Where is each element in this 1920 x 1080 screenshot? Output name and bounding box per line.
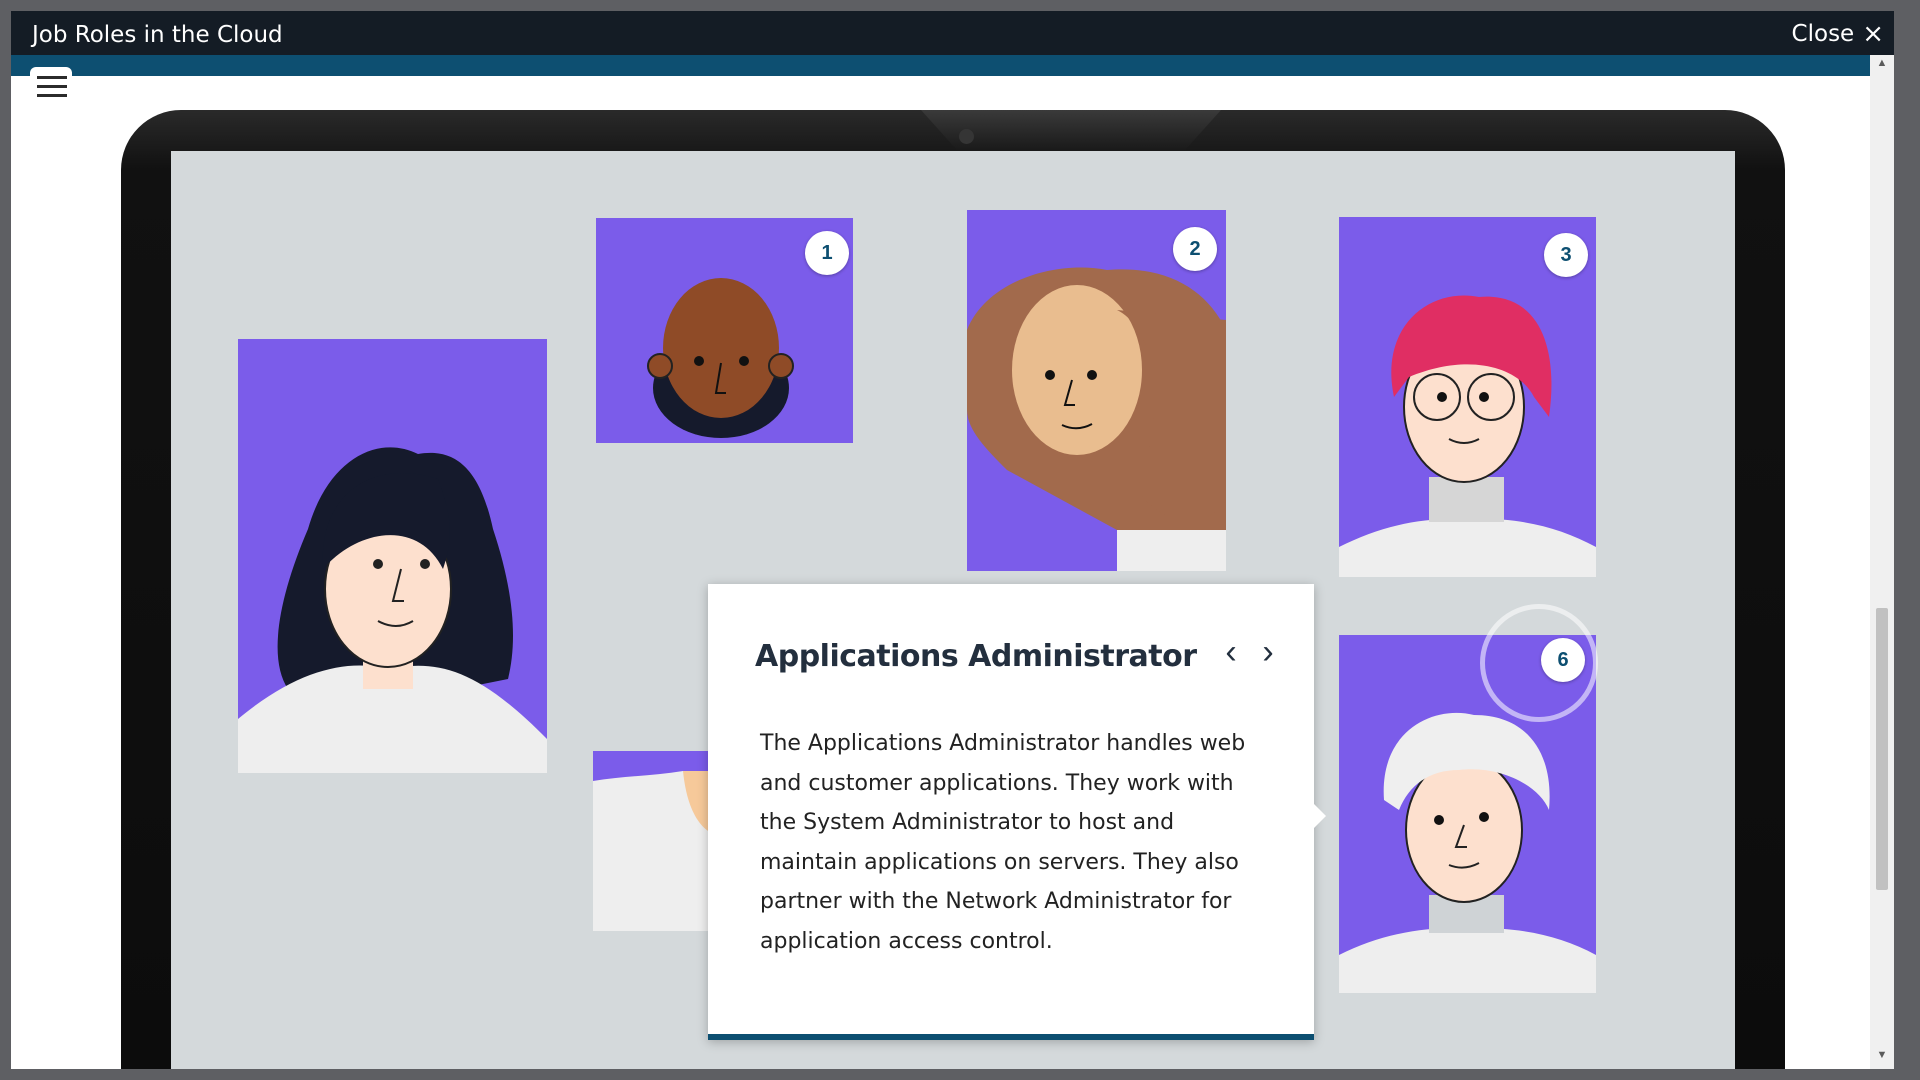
close-icon: × — [1862, 19, 1884, 49]
role-badge-3[interactable]: 3 — [1544, 233, 1588, 277]
chevron-left-icon: ‹ — [1225, 633, 1237, 671]
popup-description: The Applications Administrator handles w… — [760, 731, 1246, 954]
camera-icon — [959, 129, 974, 144]
role-detail-popup: Applications Administrator ‹ › The Appli… — [708, 584, 1326, 1040]
role-badge-2[interactable]: 2 — [1173, 227, 1217, 271]
window-title: Job Roles in the Cloud — [32, 22, 283, 48]
hamburger-menu-button[interactable] — [30, 67, 72, 105]
next-role-button[interactable]: › — [1253, 632, 1283, 672]
role-badge-1[interactable]: 1 — [805, 231, 849, 275]
dark-haired-woman-illustration — [238, 447, 547, 773]
role-card-main — [238, 339, 547, 773]
accent-bar — [11, 55, 1894, 76]
hamburger-icon — [37, 76, 67, 79]
scroll-up-arrow-icon[interactable]: ▲ — [1870, 57, 1894, 75]
role-badge-6[interactable]: 6 — [1541, 638, 1585, 682]
close-button[interactable]: Close × — [1792, 21, 1884, 47]
scrollbar-thumb[interactable] — [1876, 608, 1888, 890]
popup-pointer — [1314, 804, 1326, 828]
close-label: Close — [1791, 21, 1855, 47]
vertical-scrollbar[interactable]: ▲ ▼ — [1870, 55, 1894, 1069]
popup-title: Applications Administrator — [755, 639, 1197, 674]
course-window: Job Roles in the Cloud Close × 1 2 3 6 A… — [11, 11, 1894, 1069]
title-bar: Job Roles in the Cloud Close × — [11, 11, 1894, 55]
chevron-right-icon: › — [1262, 633, 1274, 671]
laptop-frame: 1 2 3 5 6 Applications Administrator ‹ ›… — [121, 110, 1785, 1069]
laptop-screen: 1 2 3 5 6 Applications Administrator ‹ ›… — [171, 151, 1735, 1069]
scroll-down-arrow-icon[interactable]: ▼ — [1870, 1049, 1894, 1067]
previous-role-button[interactable]: ‹ — [1216, 632, 1246, 672]
